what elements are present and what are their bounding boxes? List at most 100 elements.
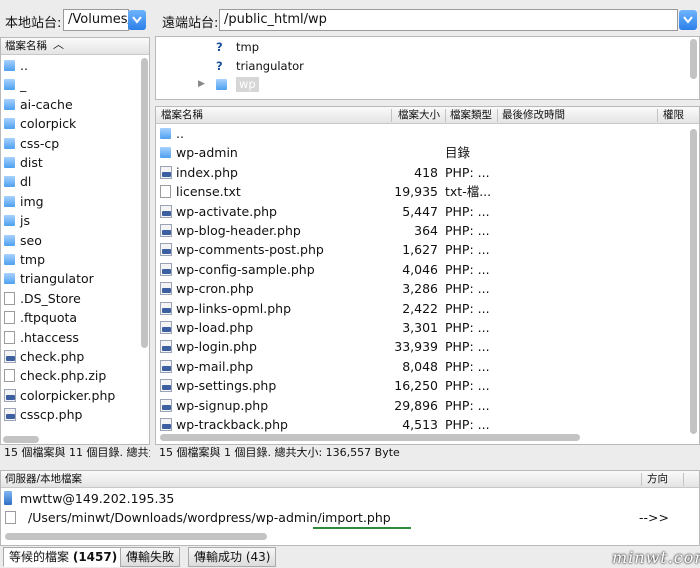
- local-file-row[interactable]: ..: [1, 56, 139, 75]
- queue-file-row[interactable]: /Users/minwt/Downloads/wordpress/wp-admi…: [1, 508, 699, 527]
- remote-file-row[interactable]: wp-blog-header.php 364 PHP: ...: [156, 221, 686, 240]
- remote-file-row[interactable]: wp-settings.php 16,250 PHP: ...: [156, 376, 686, 395]
- local-col-name[interactable]: 檔案名稱: [5, 38, 47, 54]
- local-file-row[interactable]: .ftpquota: [1, 308, 139, 327]
- local-file-row[interactable]: csscp.php: [1, 405, 139, 424]
- tree-item-label: wp: [236, 77, 259, 92]
- local-file-name: check.php: [20, 349, 85, 364]
- remote-file-row[interactable]: wp-links-opml.php 2,422 PHP: ...: [156, 299, 686, 318]
- folder-icon: [4, 215, 15, 227]
- php-file-icon: [4, 350, 16, 363]
- local-file-row[interactable]: tmp: [1, 250, 139, 269]
- local-file-row[interactable]: dl: [1, 172, 139, 191]
- local-status-bar: 15 個檔案與 11 個目錄. 總共大: [4, 446, 150, 459]
- remote-file-row[interactable]: wp-trackback.php 4,513 PHP: ...: [156, 415, 686, 434]
- remote-file-row[interactable]: wp-cron.php 3,286 PHP: ...: [156, 279, 686, 298]
- php-file-icon: [160, 204, 172, 218]
- local-file-row[interactable]: css-cp: [1, 134, 139, 153]
- local-file-name: img: [20, 193, 44, 209]
- local-file-row[interactable]: ai-cache: [1, 95, 139, 114]
- tab-label: 傳輸失敗: [126, 550, 175, 564]
- remote-file-row[interactable]: wp-config-sample.php 4,046 PHP: ...: [156, 260, 686, 279]
- remote-file-name: wp-load.php: [176, 320, 254, 335]
- local-file-row[interactable]: _: [1, 75, 139, 94]
- php-file-icon: [160, 224, 172, 237]
- tab-successful-transfers[interactable]: 傳輸成功 (43): [188, 547, 277, 567]
- local-list-header[interactable]: 檔案名稱 ︿: [1, 38, 149, 55]
- remote-file-row[interactable]: index.php 418 PHP: ...: [156, 163, 686, 182]
- remote-file-row[interactable]: wp-signup.php 29,896 PHP: ...: [156, 396, 686, 415]
- queue-server-row[interactable]: mwttw@149.202.195.35: [1, 489, 699, 508]
- local-path-input[interactable]: /Volumes/: [63, 9, 129, 31]
- folder-icon: [160, 128, 171, 139]
- remote-file-type: PHP: ...: [445, 378, 490, 394]
- local-file-row[interactable]: check.php: [1, 347, 139, 366]
- folder-icon: [4, 60, 15, 71]
- local-file-name: dl: [20, 174, 32, 190]
- remote-file-size: 5,447: [402, 203, 438, 219]
- tab-queued-files[interactable]: 等候的檔案 (1457): [3, 547, 124, 567]
- remote-list-header[interactable]: 檔案名稱 檔案大小 檔案類型 最後修改時間 權限: [156, 107, 699, 124]
- local-path-dropdown-button[interactable]: [128, 10, 146, 30]
- remote-file-row[interactable]: wp-activate.php 5,447 PHP: ...: [156, 202, 686, 221]
- file-icon: [4, 330, 15, 344]
- local-file-row[interactable]: triangulator: [1, 269, 139, 288]
- remote-file-size: 3,286: [402, 281, 438, 297]
- local-file-name: colorpick: [20, 116, 77, 132]
- remote-path-dropdown-button[interactable]: [679, 10, 697, 30]
- remote-file-row[interactable]: license.txt 19,935 txt-檔...: [156, 182, 686, 201]
- remote-col-type[interactable]: 檔案類型: [450, 107, 492, 123]
- local-file-name: seo: [20, 232, 42, 248]
- local-vertical-scrollbar[interactable]: [141, 58, 148, 348]
- local-file-row[interactable]: .htaccess: [1, 328, 139, 347]
- remote-status-bar: 15 個檔案與 1 個目錄. 總共大小: 136,557 Byte: [159, 446, 400, 459]
- remote-directory-tree[interactable]: ? tmp? triangulator ▶ wp: [155, 36, 700, 100]
- unknown-folder-icon: ?: [216, 40, 223, 54]
- remote-tree-scrollbar[interactable]: [690, 39, 697, 79]
- remote-file-name: wp-activate.php: [176, 203, 277, 219]
- remote-file-row[interactable]: wp-admin 目錄: [156, 143, 686, 162]
- local-file-name: .ftpquota: [20, 310, 78, 326]
- remote-file-row[interactable]: wp-comments-post.php 1,627 PHP: ...: [156, 240, 686, 259]
- remote-col-size[interactable]: 檔案大小: [398, 107, 440, 123]
- remote-file-name: wp-blog-header.php: [176, 223, 301, 238]
- local-file-row[interactable]: check.php.zip: [1, 366, 139, 385]
- local-file-row[interactable]: colorpick: [1, 114, 139, 133]
- remote-file-row[interactable]: wp-login.php 33,939 PHP: ...: [156, 337, 686, 356]
- php-file-icon: [160, 165, 172, 179]
- remote-vertical-scrollbar[interactable]: [690, 129, 697, 434]
- php-file-icon: [160, 262, 172, 276]
- transfer-queue[interactable]: 伺服器/本地檔案 方向 mwttw@149.202.195.35 /Users/…: [0, 470, 700, 546]
- remote-file-size: 364: [414, 223, 438, 238]
- expand-arrow-icon[interactable]: ▶: [198, 75, 205, 94]
- remote-file-size: 8,048: [402, 358, 438, 374]
- queue-horizontal-scrollbar[interactable]: [5, 533, 267, 540]
- local-horizontal-scrollbar[interactable]: [3, 436, 39, 443]
- remote-file-list[interactable]: 檔案名稱 檔案大小 檔案類型 最後修改時間 權限 .. wp-admin 目錄 ind…: [155, 106, 700, 445]
- remote-file-row[interactable]: wp-mail.php 8,048 PHP: ...: [156, 357, 686, 376]
- remote-col-permissions[interactable]: 權限: [663, 107, 684, 123]
- local-file-name: ai-cache: [20, 96, 73, 112]
- local-file-name: csscp.php: [20, 407, 83, 423]
- remote-file-row[interactable]: wp-load.php 3,301 PHP: ...: [156, 318, 686, 337]
- remote-file-name: ..: [176, 126, 184, 141]
- local-file-row[interactable]: seo: [1, 231, 139, 250]
- local-file-row[interactable]: .DS_Store: [1, 289, 139, 308]
- remote-col-modified[interactable]: 最後修改時間: [502, 107, 565, 123]
- queue-col-server[interactable]: 伺服器/本地檔案: [5, 471, 82, 487]
- remote-file-size: 3,301: [402, 320, 438, 335]
- remote-col-name[interactable]: 檔案名稱: [161, 107, 203, 123]
- local-file-row[interactable]: dist: [1, 153, 139, 172]
- queue-file-path: /Users/minwt/Downloads/wordpress/wp-admi…: [28, 510, 391, 525]
- remote-path-input[interactable]: /public_html/wp: [219, 9, 678, 31]
- tab-failed-transfers[interactable]: 傳輸失敗: [120, 547, 181, 567]
- remote-file-row[interactable]: ..: [156, 124, 686, 143]
- local-file-list[interactable]: 檔案名稱 ︿ .. _ ai-cache colorpick css-cp dist dl i…: [0, 37, 150, 445]
- local-file-row[interactable]: colorpicker.php: [1, 386, 139, 405]
- folder-icon: [160, 147, 171, 159]
- local-file-row[interactable]: img: [1, 192, 139, 211]
- remote-horizontal-scrollbar[interactable]: [160, 434, 580, 441]
- queue-col-direction[interactable]: 方向: [647, 471, 668, 487]
- local-file-row[interactable]: js: [1, 211, 139, 230]
- queue-header[interactable]: 伺服器/本地檔案 方向: [1, 471, 699, 488]
